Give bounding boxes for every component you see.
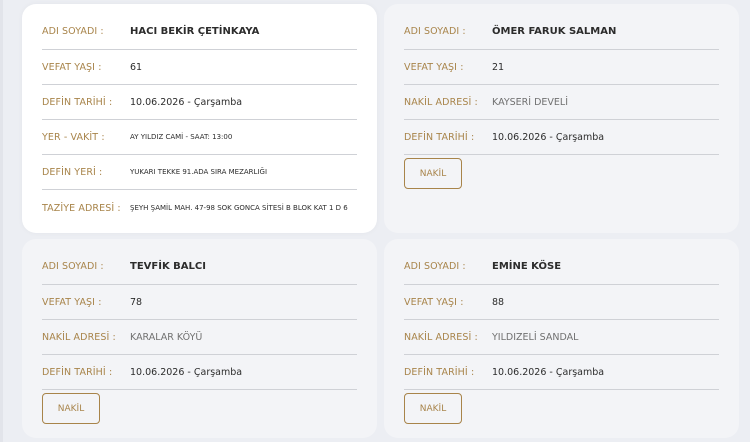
- transfer-button[interactable]: NAKİL: [404, 158, 462, 189]
- burial-date-row: DEFİN TARİHİ : 10.06.2026 - Çarşamba: [404, 120, 719, 155]
- name-value: HACI BEKİR ÇETİNKAYA: [130, 26, 260, 37]
- name-row: ADI SOYADI : HACI BEKİR ÇETİNKAYA: [42, 14, 357, 50]
- burial-date-row: DEFİN TARİHİ : 10.06.2026 - Çarşamba: [42, 85, 357, 120]
- transfer-address-label: NAKİL ADRESİ :: [404, 331, 478, 343]
- transfer-button[interactable]: NAKİL: [404, 393, 462, 424]
- place-time-value: AY YILDIZ CAMİ - SAAT: 13:00: [130, 133, 233, 141]
- name-value: TEVFİK BALCI: [130, 261, 206, 272]
- obituary-card-3: ADI SOYADI : TEVFİK BALCI VEFAT YAŞI : 7…: [22, 239, 377, 438]
- name-value: EMİNE KÖSE: [492, 261, 562, 272]
- age-row: VEFAT YAŞI : 78: [42, 285, 357, 320]
- burial-date-value: 10.06.2026 - Çarşamba: [492, 366, 605, 378]
- transfer-button[interactable]: NAKİL: [42, 393, 100, 424]
- burial-date-label: DEFİN TARİHİ :: [404, 366, 475, 378]
- name-label: ADI SOYADI :: [404, 261, 466, 272]
- burial-date-label: DEFİN TARİHİ :: [404, 131, 475, 143]
- age-label: VEFAT YAŞI :: [42, 61, 102, 73]
- name-row: ADI SOYADI : TEVFİK BALCI: [42, 249, 357, 285]
- burial-place-label: DEFİN YERİ :: [42, 166, 103, 178]
- name-label: ADI SOYADI :: [42, 26, 104, 37]
- burial-date-label: DEFİN TARİHİ :: [42, 366, 113, 378]
- place-time-row: YER - VAKİT : AY YILDIZ CAMİ - SAAT: 13:…: [42, 120, 357, 155]
- condolence-address-row: TAZİYE ADRESİ : ŞEYH ŞAMİL MAH. 47-98 SO…: [42, 190, 357, 226]
- condolence-address-value: ŞEYH ŞAMİL MAH. 47-98 SOK GONCA SİTESİ B…: [130, 203, 348, 212]
- obituary-card-4: ADI SOYADI : EMİNE KÖSE VEFAT YAŞI : 88 …: [384, 239, 739, 438]
- age-value: 61: [130, 61, 143, 73]
- transfer-address-label: NAKİL ADRESİ :: [42, 331, 116, 343]
- obituary-card-2: ADI SOYADI : ÖMER FARUK SALMAN VEFAT YAŞ…: [384, 4, 739, 233]
- obituary-card-1: ADI SOYADI : HACI BEKİR ÇETİNKAYA VEFAT …: [22, 4, 377, 233]
- burial-date-row: DEFİN TARİHİ : 10.06.2026 - Çarşamba: [404, 355, 719, 390]
- age-label: VEFAT YAŞI :: [404, 296, 464, 308]
- age-row: VEFAT YAŞI : 61: [42, 50, 357, 85]
- burial-date-label: DEFİN TARİHİ :: [42, 96, 113, 108]
- name-label: ADI SOYADI :: [42, 261, 104, 272]
- burial-date-row: DEFİN TARİHİ : 10.06.2026 - Çarşamba: [42, 355, 357, 390]
- page-left-edge: [0, 0, 3, 442]
- age-row: VEFAT YAŞI : 21: [404, 50, 719, 85]
- transfer-address-label: NAKİL ADRESİ :: [404, 96, 478, 108]
- burial-date-value: 10.06.2026 - Çarşamba: [130, 366, 243, 378]
- name-row: ADI SOYADI : EMİNE KÖSE: [404, 249, 719, 285]
- transfer-address-value: KAYSERİ DEVELİ: [492, 96, 568, 108]
- transfer-address-value: YILDIZELİ SANDAL: [492, 331, 579, 343]
- transfer-address-row: NAKİL ADRESİ : YILDIZELİ SANDAL: [404, 320, 719, 355]
- burial-place-value: YUKARI TEKKE 91.ADA SIRA MEZARLIĞI: [130, 168, 268, 176]
- burial-date-value: 10.06.2026 - Çarşamba: [492, 131, 605, 143]
- condolence-address-label: TAZİYE ADRESİ :: [42, 202, 121, 214]
- transfer-address-value: KARALAR KÖYÜ: [130, 331, 203, 343]
- name-row: ADI SOYADI : ÖMER FARUK SALMAN: [404, 14, 719, 50]
- age-label: VEFAT YAŞI :: [42, 296, 102, 308]
- name-label: ADI SOYADI :: [404, 26, 466, 37]
- burial-place-row: DEFİN YERİ : YUKARI TEKKE 91.ADA SIRA ME…: [42, 155, 357, 190]
- transfer-address-row: NAKİL ADRESİ : KARALAR KÖYÜ: [42, 320, 357, 355]
- name-value: ÖMER FARUK SALMAN: [492, 26, 617, 37]
- burial-date-value: 10.06.2026 - Çarşamba: [130, 96, 243, 108]
- transfer-address-row: NAKİL ADRESİ : KAYSERİ DEVELİ: [404, 85, 719, 120]
- age-value: 78: [130, 296, 143, 308]
- age-value: 88: [492, 296, 505, 308]
- age-row: VEFAT YAŞI : 88: [404, 285, 719, 320]
- age-value: 21: [492, 61, 505, 73]
- age-label: VEFAT YAŞI :: [404, 61, 464, 73]
- place-time-label: YER - VAKİT :: [42, 131, 105, 143]
